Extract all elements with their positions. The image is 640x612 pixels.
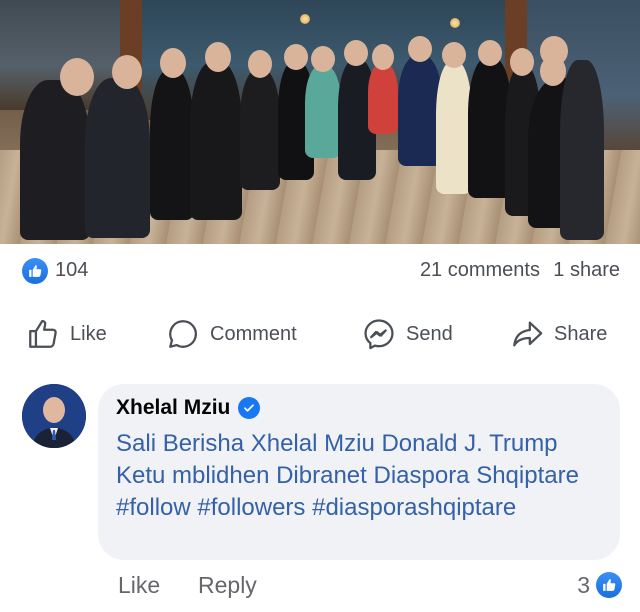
photo-person-head [160,48,186,78]
send-button-label: Send [406,322,453,345]
comment-reply-button[interactable]: Reply [198,572,257,599]
share-button-label: Share [554,322,608,345]
photo-person-head [112,55,142,89]
photo-person [20,80,90,240]
photo-person [150,70,194,220]
comment-button[interactable]: Comment [166,312,297,356]
verified-badge-icon [238,397,261,419]
comment-actions: Like Reply 3 [0,566,640,606]
photo-person-head [510,48,534,76]
photo-person [85,78,150,238]
speech-bubble-icon [169,320,198,348]
photo-person-head [311,46,335,72]
like-count[interactable]: 104 [55,259,88,282]
comment-author-name[interactable]: Xhelal Mziu [116,396,230,420]
photo-person-head [372,44,394,70]
photo-person [240,70,280,190]
photo-person [436,62,472,194]
thumbs-up-icon [29,319,57,348]
comment-like-reaction-icon[interactable] [596,572,622,598]
like-button-label: Like [70,322,107,345]
photo-person-head [248,50,272,78]
shares-count[interactable]: 1 share [553,259,620,282]
photo-person-head [344,40,368,66]
like-reaction-icon[interactable] [22,258,48,284]
photo-person-head [442,42,466,68]
share-arrow-icon [513,321,543,347]
photo-person [190,62,242,220]
like-button[interactable]: Like [26,312,107,356]
comment-button-label: Comment [210,322,297,345]
reactions-summary: 104 21 comments 1 share [0,252,640,288]
send-button[interactable]: Send [362,312,453,356]
post-action-bar: Like Comment Send Share [0,312,640,356]
photo-person-head [408,36,432,62]
photo-person-head [540,36,568,66]
avatar[interactable] [22,384,86,448]
comment-like-button[interactable]: Like [118,572,160,599]
photo-person [305,66,341,158]
avatar-portrait [22,384,86,448]
photo-person [368,64,398,134]
comment-author[interactable]: Xhelal Mziu [116,396,261,420]
photo-person-head [284,44,308,70]
photo-person-head [478,40,502,66]
comment-reaction-count[interactable]: 3 [577,572,590,599]
share-button[interactable]: Share [510,312,607,356]
photo-person-head [60,58,94,96]
comment-bubble: Xhelal Mziu Sali Berisha Xhelal Mziu Don… [98,384,620,560]
photo-lamp [450,18,460,28]
photo-person-head [205,42,231,72]
photo-person [560,60,604,240]
post-photo[interactable] [0,0,640,244]
comment-text[interactable]: Sali Berisha Xhelal Mziu Donald J. Trump… [116,428,606,524]
photo-lamp [300,14,310,24]
comments-count[interactable]: 21 comments [420,259,540,282]
messenger-icon [364,319,394,350]
